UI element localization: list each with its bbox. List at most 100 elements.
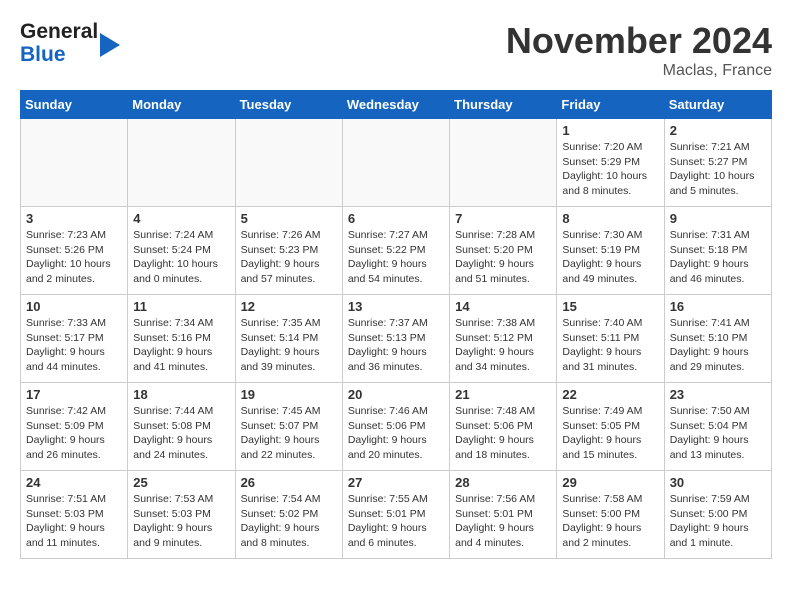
day-number: 27	[348, 475, 444, 490]
day-number: 28	[455, 475, 551, 490]
calendar-cell: 5 Sunrise: 7:26 AM Sunset: 5:23 PM Daylig…	[235, 207, 342, 295]
day-info: Sunrise: 7:40 AM Sunset: 5:11 PM Dayligh…	[562, 316, 658, 375]
day-number: 16	[670, 299, 766, 314]
logo: General Blue	[20, 20, 120, 66]
day-number: 1	[562, 123, 658, 138]
day-number: 18	[133, 387, 229, 402]
calendar-cell: 4 Sunrise: 7:24 AM Sunset: 5:24 PM Daylig…	[128, 207, 235, 295]
calendar-cell: 11Sunrise: 7:34 AM Sunset: 5:16 PM Dayli…	[128, 295, 235, 383]
logo-arrow-icon	[100, 33, 120, 57]
day-number: 15	[562, 299, 658, 314]
day-info: Sunrise: 7:44 AM Sunset: 5:08 PM Dayligh…	[133, 404, 229, 463]
day-info: Sunrise: 7:27 AM Sunset: 5:22 PM Dayligh…	[348, 228, 444, 287]
calendar-cell: 6 Sunrise: 7:27 AM Sunset: 5:22 PM Daylig…	[342, 207, 449, 295]
calendar-cell: 13 Sunrise: 7:37 AM Sunset: 5:13 PM Dayli…	[342, 295, 449, 383]
calendar-cell	[128, 119, 235, 207]
day-info: Sunrise: 7:37 AM Sunset: 5:13 PM Dayligh…	[348, 316, 444, 375]
calendar-cell: 8 Sunrise: 7:30 AM Sunset: 5:19 PM Daylig…	[557, 207, 664, 295]
day-info: Sunrise: 7:46 AM Sunset: 5:06 PM Dayligh…	[348, 404, 444, 463]
day-info: Sunrise: 7:59 AM Sunset: 5:00 PM Dayligh…	[670, 492, 766, 551]
day-number: 23	[670, 387, 766, 402]
day-info: Sunrise: 7:28 AM Sunset: 5:20 PM Dayligh…	[455, 228, 551, 287]
calendar-cell: 14 Sunrise: 7:38 AM Sunset: 5:12 PM Dayli…	[450, 295, 557, 383]
day-info: Sunrise: 7:48 AM Sunset: 5:06 PM Dayligh…	[455, 404, 551, 463]
day-number: 29	[562, 475, 658, 490]
calendar-cell: 17 Sunrise: 7:42 AM Sunset: 5:09 PM Dayli…	[21, 383, 128, 471]
day-number: 21	[455, 387, 551, 402]
day-info: Sunrise: 7:56 AM Sunset: 5:01 PM Dayligh…	[455, 492, 551, 551]
calendar-cell: 19 Sunrise: 7:45 AM Sunset: 5:07 PM Dayli…	[235, 383, 342, 471]
weekday-header: Monday	[128, 91, 235, 119]
title-area: November 2024 Maclas, France	[506, 20, 772, 80]
calendar-cell	[342, 119, 449, 207]
day-number: 4	[133, 211, 229, 226]
day-info: Sunrise: 7:45 AM Sunset: 5:07 PM Dayligh…	[241, 404, 337, 463]
day-info: Sunrise: 7:24 AM Sunset: 5:24 PM Dayligh…	[133, 228, 229, 287]
calendar-week-row: 3 Sunrise: 7:23 AM Sunset: 5:26 PM Daylig…	[21, 207, 772, 295]
day-number: 12	[241, 299, 337, 314]
calendar-cell: 30 Sunrise: 7:59 AM Sunset: 5:00 PM Dayli…	[664, 471, 771, 559]
logo-bottom: Blue	[20, 43, 98, 66]
weekday-header: Friday	[557, 91, 664, 119]
day-number: 26	[241, 475, 337, 490]
day-info: Sunrise: 7:35 AM Sunset: 5:14 PM Dayligh…	[241, 316, 337, 375]
day-number: 10	[26, 299, 122, 314]
day-info: Sunrise: 7:53 AM Sunset: 5:03 PM Dayligh…	[133, 492, 229, 551]
calendar-cell	[235, 119, 342, 207]
calendar-cell: 28 Sunrise: 7:56 AM Sunset: 5:01 PM Dayli…	[450, 471, 557, 559]
day-number: 5	[241, 211, 337, 226]
weekday-header-row: SundayMondayTuesdayWednesdayThursdayFrid…	[21, 91, 772, 119]
day-number: 11	[133, 299, 229, 314]
calendar-cell	[450, 119, 557, 207]
calendar-cell: 12 Sunrise: 7:35 AM Sunset: 5:14 PM Dayli…	[235, 295, 342, 383]
day-info: Sunrise: 7:49 AM Sunset: 5:05 PM Dayligh…	[562, 404, 658, 463]
weekday-header: Sunday	[21, 91, 128, 119]
calendar-week-row: 24Sunrise: 7:51 AM Sunset: 5:03 PM Dayli…	[21, 471, 772, 559]
day-info: Sunrise: 7:54 AM Sunset: 5:02 PM Dayligh…	[241, 492, 337, 551]
calendar-week-row: 10 Sunrise: 7:33 AM Sunset: 5:17 PM Dayli…	[21, 295, 772, 383]
day-number: 6	[348, 211, 444, 226]
day-info: Sunrise: 7:55 AM Sunset: 5:01 PM Dayligh…	[348, 492, 444, 551]
day-number: 19	[241, 387, 337, 402]
calendar-cell: 3 Sunrise: 7:23 AM Sunset: 5:26 PM Daylig…	[21, 207, 128, 295]
day-info: Sunrise: 7:21 AM Sunset: 5:27 PM Dayligh…	[670, 140, 766, 199]
calendar-cell: 16 Sunrise: 7:41 AM Sunset: 5:10 PM Dayli…	[664, 295, 771, 383]
day-number: 30	[670, 475, 766, 490]
calendar-cell: 7Sunrise: 7:28 AM Sunset: 5:20 PM Daylig…	[450, 207, 557, 295]
day-number: 22	[562, 387, 658, 402]
day-number: 3	[26, 211, 122, 226]
month-title: November 2024	[506, 20, 772, 62]
day-info: Sunrise: 7:30 AM Sunset: 5:19 PM Dayligh…	[562, 228, 658, 287]
calendar-cell: 27 Sunrise: 7:55 AM Sunset: 5:01 PM Dayli…	[342, 471, 449, 559]
calendar-cell: 21 Sunrise: 7:48 AM Sunset: 5:06 PM Dayli…	[450, 383, 557, 471]
day-info: Sunrise: 7:38 AM Sunset: 5:12 PM Dayligh…	[455, 316, 551, 375]
calendar-cell: 25Sunrise: 7:53 AM Sunset: 5:03 PM Dayli…	[128, 471, 235, 559]
day-number: 2	[670, 123, 766, 138]
calendar-cell: 18 Sunrise: 7:44 AM Sunset: 5:08 PM Dayli…	[128, 383, 235, 471]
day-info: Sunrise: 7:42 AM Sunset: 5:09 PM Dayligh…	[26, 404, 122, 463]
calendar-cell: 20Sunrise: 7:46 AM Sunset: 5:06 PM Dayli…	[342, 383, 449, 471]
calendar-week-row: 1Sunrise: 7:20 AM Sunset: 5:29 PM Daylig…	[21, 119, 772, 207]
day-info: Sunrise: 7:50 AM Sunset: 5:04 PM Dayligh…	[670, 404, 766, 463]
day-number: 17	[26, 387, 122, 402]
day-number: 14	[455, 299, 551, 314]
calendar-cell	[21, 119, 128, 207]
day-info: Sunrise: 7:23 AM Sunset: 5:26 PM Dayligh…	[26, 228, 122, 287]
calendar-cell: 1Sunrise: 7:20 AM Sunset: 5:29 PM Daylig…	[557, 119, 664, 207]
day-number: 13	[348, 299, 444, 314]
page-header: General Blue November 2024 Maclas, Franc…	[20, 20, 772, 80]
day-info: Sunrise: 7:41 AM Sunset: 5:10 PM Dayligh…	[670, 316, 766, 375]
location-subtitle: Maclas, France	[506, 62, 772, 80]
calendar-cell: 23 Sunrise: 7:50 AM Sunset: 5:04 PM Dayli…	[664, 383, 771, 471]
day-number: 8	[562, 211, 658, 226]
day-info: Sunrise: 7:33 AM Sunset: 5:17 PM Dayligh…	[26, 316, 122, 375]
calendar-cell: 15 Sunrise: 7:40 AM Sunset: 5:11 PM Dayli…	[557, 295, 664, 383]
calendar-week-row: 17 Sunrise: 7:42 AM Sunset: 5:09 PM Dayli…	[21, 383, 772, 471]
calendar-cell: 24Sunrise: 7:51 AM Sunset: 5:03 PM Dayli…	[21, 471, 128, 559]
day-info: Sunrise: 7:26 AM Sunset: 5:23 PM Dayligh…	[241, 228, 337, 287]
calendar-cell: 22 Sunrise: 7:49 AM Sunset: 5:05 PM Dayli…	[557, 383, 664, 471]
day-info: Sunrise: 7:31 AM Sunset: 5:18 PM Dayligh…	[670, 228, 766, 287]
calendar-cell: 29Sunrise: 7:58 AM Sunset: 5:00 PM Dayli…	[557, 471, 664, 559]
day-info: Sunrise: 7:51 AM Sunset: 5:03 PM Dayligh…	[26, 492, 122, 551]
day-number: 9	[670, 211, 766, 226]
